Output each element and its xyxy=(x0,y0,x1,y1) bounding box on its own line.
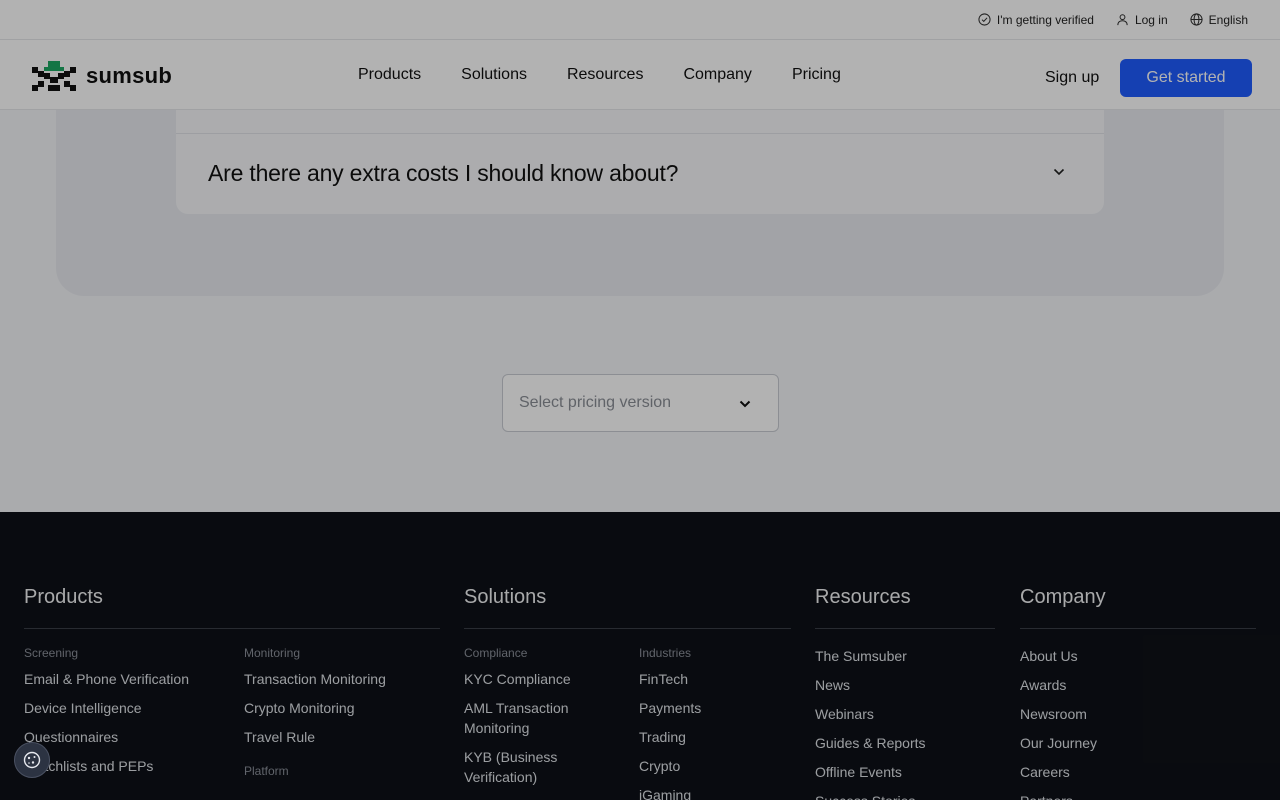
main-nav: Products Solutions Resources Company Pri… xyxy=(358,40,841,110)
footer-link[interactable]: iGaming xyxy=(639,785,779,800)
verify-link[interactable]: I'm getting verified xyxy=(978,13,1094,27)
footer-link[interactable]: Awards xyxy=(1020,675,1256,695)
faq-question: Are there any extra costs I should know … xyxy=(208,160,679,186)
footer-divider xyxy=(1020,628,1256,629)
footer-platform-label: Platform xyxy=(244,764,289,778)
footer-company-title: Company xyxy=(1020,586,1106,609)
main-header: sumsub Products Solutions Resources Comp… xyxy=(0,40,1280,110)
footer-link[interactable]: AML Transaction Monitoring xyxy=(464,698,614,738)
footer: Products Screening Email & Phone Verific… xyxy=(0,512,1280,800)
logo-text: sumsub xyxy=(86,63,173,88)
user-icon xyxy=(1117,14,1128,26)
footer-link[interactable]: Questionnaires xyxy=(24,727,234,747)
verify-label: I'm getting verified xyxy=(996,12,1094,27)
footer-industries-label: Industries xyxy=(639,646,692,660)
footer-link[interactable]: KYC Compliance xyxy=(464,669,614,689)
footer-company-heading: Company xyxy=(1020,586,1106,608)
nav-products[interactable]: Products xyxy=(358,66,421,84)
pricing-version-placeholder: Select pricing version xyxy=(519,394,672,411)
footer-divider xyxy=(464,628,791,629)
logo[interactable]: sumsub xyxy=(32,61,172,91)
footer-link[interactable]: Guides & Reports xyxy=(815,733,995,753)
footer-link[interactable]: Crypto Monitoring xyxy=(244,698,434,718)
pricing-version-select[interactable]: Select pricing version xyxy=(502,374,779,432)
cookie-icon xyxy=(23,751,41,769)
footer-link[interactable]: Careers xyxy=(1020,762,1256,782)
footer-link[interactable]: FinTech xyxy=(639,669,779,689)
footer-screening-label: Screening xyxy=(24,646,79,660)
nav-resources[interactable]: Resources xyxy=(567,66,643,84)
language-switcher[interactable]: English xyxy=(1190,13,1248,27)
chevron-down-icon[interactable] xyxy=(1052,165,1066,179)
language-label: English xyxy=(1208,12,1248,27)
check-circle-icon xyxy=(978,13,991,26)
signup-link[interactable]: Sign up xyxy=(1045,69,1099,87)
footer-link[interactable]: Webinars xyxy=(815,704,995,724)
footer-link[interactable]: Device Intelligence xyxy=(24,698,234,718)
footer-resources-group: The Sumsuber News Webinars Guides & Repo… xyxy=(815,646,995,800)
cookie-settings-button[interactable] xyxy=(14,742,50,778)
login-label: Log in xyxy=(1134,12,1168,27)
footer-industries-group: Industries FinTech Payments Trading Cryp… xyxy=(639,646,779,800)
footer-solutions-title: Solutions xyxy=(464,586,546,609)
footer-link[interactable]: News xyxy=(815,675,995,695)
footer-link[interactable]: Success Stories xyxy=(815,791,995,800)
get-started-button[interactable]: Get started xyxy=(1120,59,1252,97)
footer-screening-group: Screening Email & Phone Verification Dev… xyxy=(24,646,234,785)
footer-products-title: Products xyxy=(24,586,103,609)
footer-compliance-group: Compliance KYC Compliance AML Transactio… xyxy=(464,646,614,796)
footer-company-group: About Us Awards Newsroom Our Journey Car… xyxy=(1020,646,1256,800)
footer-link[interactable]: Payments xyxy=(639,698,779,718)
footer-link[interactable]: About Us xyxy=(1020,646,1256,666)
footer-monitoring-group: Monitoring Transaction Monitoring Crypto… xyxy=(244,646,434,787)
footer-resources-heading: Resources xyxy=(815,586,911,608)
footer-link[interactable]: Partners xyxy=(1020,791,1256,800)
nav-solutions[interactable]: Solutions xyxy=(461,66,527,84)
footer-link[interactable]: KYB (Business Verification) xyxy=(464,747,614,787)
nav-pricing[interactable]: Pricing xyxy=(792,66,841,84)
footer-link[interactable]: Crypto xyxy=(639,756,779,776)
footer-divider xyxy=(815,628,995,629)
footer-monitoring-label: Monitoring xyxy=(244,646,301,660)
utility-bar: I'm getting verified Log in English xyxy=(0,0,1280,40)
footer-divider xyxy=(24,628,440,629)
footer-link[interactable]: Transaction Monitoring xyxy=(244,669,434,689)
login-link[interactable]: Log in xyxy=(1116,13,1168,27)
chevron-down-icon xyxy=(739,400,751,408)
footer-link[interactable]: Watchlists and PEPs xyxy=(24,756,234,776)
sumsub-logo-icon xyxy=(32,61,76,91)
footer-link[interactable]: Trading xyxy=(639,727,779,747)
footer-link[interactable]: Our Journey xyxy=(1020,733,1256,753)
nav-company[interactable]: Company xyxy=(683,66,751,84)
faq-divider xyxy=(176,133,1104,134)
footer-resources-title: Resources xyxy=(815,586,911,609)
footer-link[interactable]: Travel Rule xyxy=(244,727,434,747)
footer-link[interactable]: Newsroom xyxy=(1020,704,1256,724)
footer-compliance-label: Compliance xyxy=(464,646,528,660)
footer-link[interactable]: The Sumsuber xyxy=(815,646,995,666)
footer-link[interactable]: Offline Events xyxy=(815,762,995,782)
globe-icon xyxy=(1190,13,1203,26)
footer-products-heading: Products xyxy=(24,586,103,608)
footer-solutions-heading: Solutions xyxy=(464,586,547,608)
faq-item[interactable]: Are there any extra costs I should know … xyxy=(176,110,1104,214)
footer-link[interactable]: Email & Phone Verification xyxy=(24,669,234,689)
